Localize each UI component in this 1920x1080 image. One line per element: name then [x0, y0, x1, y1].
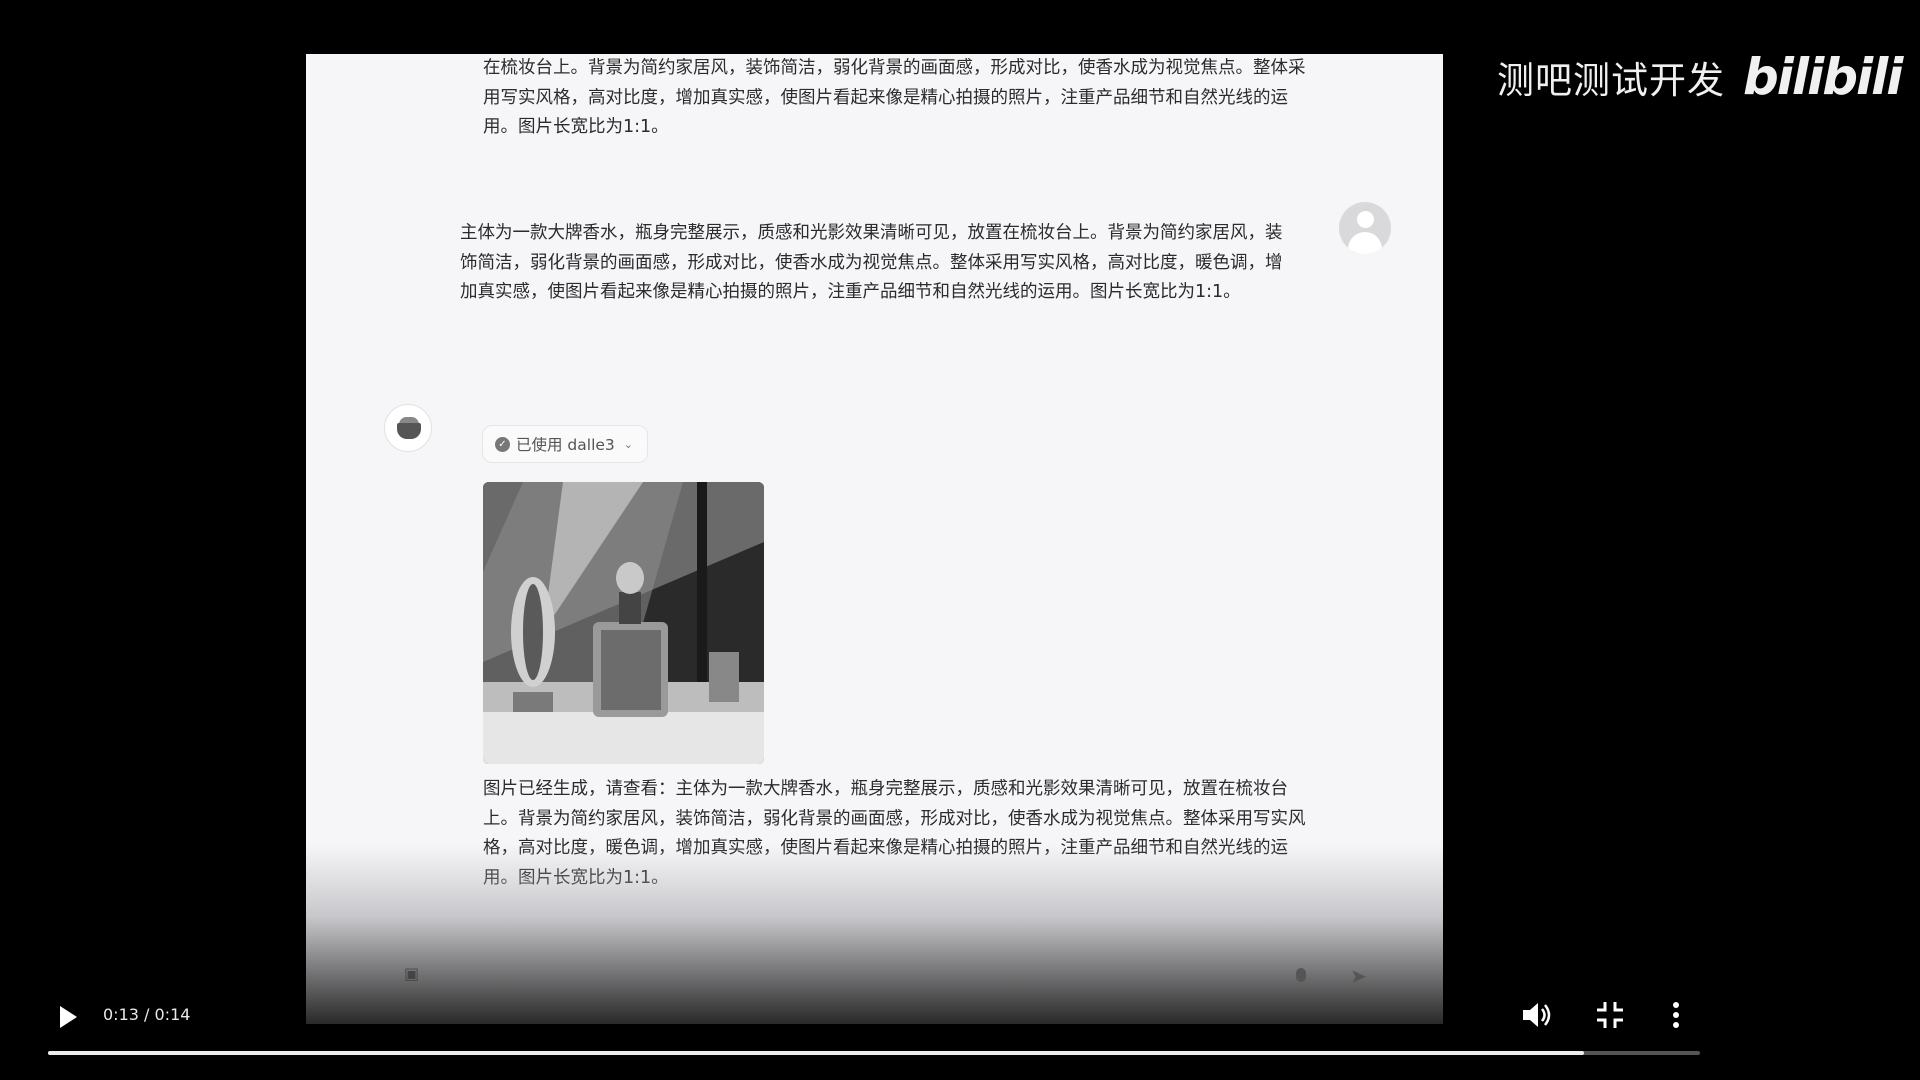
- mic-icon[interactable]: [1296, 968, 1306, 982]
- exit-fullscreen-icon[interactable]: [1593, 998, 1627, 1032]
- playback-time: 0:13 / 0:14: [103, 1005, 191, 1024]
- image-upload-icon[interactable]: ▣: [404, 964, 424, 984]
- tool-used-label: 已使用 dalle3: [516, 436, 615, 454]
- video-frame: 在梳妆台上。背景为简约家居风，装饰简洁，弱化背景的画面感，形成对比，使香水成为视…: [306, 54, 1443, 1024]
- more-options-icon[interactable]: [1672, 1002, 1680, 1030]
- assistant-message-partial: 在梳妆台上。背景为简约家居风，装饰简洁，弱化背景的画面感，形成对比，使香水成为视…: [483, 58, 1306, 137]
- bilibili-logo: bilibili: [1743, 48, 1903, 106]
- user-avatar: [1339, 202, 1391, 254]
- send-icon[interactable]: ➤: [1350, 964, 1367, 988]
- check-icon: ✓: [495, 436, 510, 452]
- tool-used-toggle[interactable]: ✓ 已使用 dalle3 ⌄: [482, 425, 648, 463]
- channel-name: 测吧测试开发: [1497, 59, 1725, 102]
- generated-perfume-image[interactable]: [483, 482, 764, 764]
- bot-avatar: [384, 404, 432, 452]
- progress-fill: [48, 1051, 1585, 1055]
- user-message: 主体为一款大牌香水，瓶身完整展示，质感和光影效果清晰可见，放置在梳妆台上。背景为…: [460, 223, 1283, 302]
- player-controls: 0:13 / 0:14: [0, 990, 1920, 1040]
- chevron-down-icon: ⌄: [623, 437, 633, 451]
- progress-bar[interactable]: [48, 1051, 1700, 1055]
- volume-icon[interactable]: [1520, 1000, 1554, 1030]
- watermark: 测吧测试开发 bilibili: [1497, 48, 1903, 106]
- play-icon[interactable]: [60, 1006, 77, 1028]
